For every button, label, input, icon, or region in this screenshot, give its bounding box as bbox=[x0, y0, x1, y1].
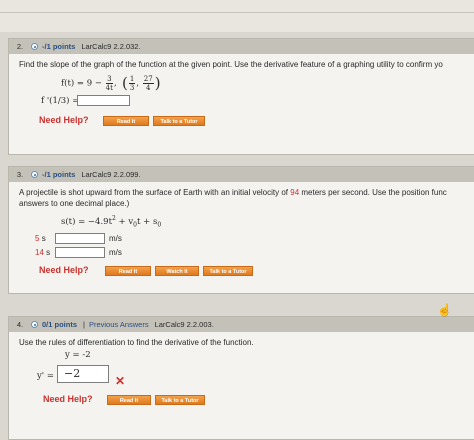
question-text-a: A projectile is shot upward from the sur… bbox=[19, 188, 289, 197]
equation-exponent: 2 bbox=[112, 215, 116, 222]
answer-unit: m/s bbox=[109, 248, 122, 257]
problem-number: 2. bbox=[16, 42, 24, 51]
problem-reference: LarCalc9 2.2.099. bbox=[81, 170, 141, 179]
divider bbox=[0, 12, 474, 13]
need-help-label: Need Help? bbox=[43, 394, 93, 404]
answer-label: f '(1/3) = bbox=[41, 96, 80, 106]
answer-unit: m/s bbox=[109, 234, 122, 243]
need-help-label: Need Help? bbox=[39, 115, 89, 125]
problem-number: 4. bbox=[16, 320, 24, 329]
problem-header: 3. -/1 points LarCalc9 2.2.099. bbox=[9, 167, 474, 182]
question-text-line2: answers to one decimal place.) bbox=[19, 199, 130, 208]
time-unit: s bbox=[46, 248, 51, 257]
fraction-denominator: 4t bbox=[105, 83, 113, 92]
problem-2: 2. -/1 points LarCalc9 2.2.032. Find the… bbox=[8, 38, 474, 155]
close-paren: ) bbox=[154, 74, 161, 92]
function-equation: y = -2 bbox=[65, 350, 91, 360]
point-x-numerator: 1 bbox=[128, 74, 136, 84]
status-radio-icon bbox=[31, 43, 38, 50]
answer-label: y' = bbox=[37, 371, 54, 381]
function-lhs: f(t) = 9 − bbox=[61, 78, 102, 89]
watch-it-button[interactable]: Watch It bbox=[155, 266, 199, 276]
problem-header: 4. 0/1 points | Previous Answers LarCalc… bbox=[9, 317, 474, 332]
previous-answers-link[interactable]: Previous Answers bbox=[89, 320, 149, 329]
mouse-cursor-icon: ☝ bbox=[437, 303, 452, 317]
equation-left: s(t) = −4.9t bbox=[61, 216, 112, 227]
answer-input[interactable]: −2 bbox=[57, 365, 109, 383]
time-value: 5 bbox=[35, 234, 40, 243]
function-equation: f(t) = 9 − 3 4t, (1 3, 27 4) bbox=[61, 74, 161, 92]
problem-header: 2. -/1 points LarCalc9 2.2.032. bbox=[9, 39, 474, 54]
velocity-answer-input-14s[interactable] bbox=[55, 247, 105, 258]
previous-content-strip bbox=[0, 0, 474, 32]
velocity-answer-input-5s[interactable] bbox=[55, 233, 105, 244]
status-radio-icon bbox=[31, 171, 38, 178]
answer-input[interactable] bbox=[77, 95, 130, 106]
question-text-b: meters per second. Use the position func bbox=[301, 188, 447, 197]
points-link[interactable]: -/1 points bbox=[42, 170, 75, 179]
problem-3: 3. -/1 points LarCalc9 2.2.099. A projec… bbox=[8, 166, 474, 294]
time-unit: s bbox=[41, 234, 46, 243]
problem-number: 3. bbox=[16, 170, 24, 179]
points-link[interactable]: -/1 points bbox=[42, 42, 75, 51]
fraction: 3 4t bbox=[105, 74, 113, 92]
talk-to-tutor-button[interactable]: Talk to a Tutor bbox=[155, 395, 205, 405]
point-x: 13 bbox=[128, 74, 136, 92]
incorrect-x-icon: ✕ bbox=[115, 374, 126, 388]
read-it-button[interactable]: Read It bbox=[103, 116, 149, 126]
question-text: Use the rules of differentiation to find… bbox=[19, 338, 254, 347]
initial-velocity-value: 94 bbox=[290, 188, 300, 197]
fraction-numerator: 3 bbox=[105, 74, 113, 84]
s-subscript: 0 bbox=[157, 221, 162, 229]
point-y-numerator: 27 bbox=[142, 74, 154, 84]
time-label-5s: 5 s bbox=[35, 234, 46, 243]
problem-reference: LarCalc9 2.2.003. bbox=[154, 320, 214, 329]
question-text: Find the slope of the graph of the funct… bbox=[19, 60, 443, 69]
points-link[interactable]: 0/1 points bbox=[42, 320, 77, 329]
open-paren: ( bbox=[122, 74, 128, 92]
equation-right: + v bbox=[118, 216, 134, 227]
header-separator: | bbox=[83, 320, 85, 329]
problem-4: 4. 0/1 points | Previous Answers LarCalc… bbox=[8, 316, 474, 440]
time-value: 14 bbox=[35, 248, 44, 257]
read-it-button[interactable]: Read It bbox=[105, 266, 151, 276]
talk-to-tutor-button[interactable]: Talk to a Tutor bbox=[153, 116, 205, 126]
time-label-14s: 14 s bbox=[35, 248, 50, 257]
position-equation: s(t) = −4.9t2 + v0t + s0 bbox=[61, 215, 161, 229]
problem-reference: LarCalc9 2.2.032. bbox=[81, 42, 141, 51]
equation-mid: t + s bbox=[137, 216, 158, 227]
point-x-denominator: 3 bbox=[129, 83, 135, 92]
point-y-denominator: 4 bbox=[146, 83, 151, 92]
talk-to-tutor-button[interactable]: Talk to a Tutor bbox=[203, 266, 253, 276]
read-it-button[interactable]: Read It bbox=[107, 395, 151, 405]
point-y: 27 4 bbox=[142, 74, 154, 92]
need-help-label: Need Help? bbox=[39, 265, 89, 275]
status-radio-icon bbox=[31, 321, 38, 328]
question-text: A projectile is shot upward from the sur… bbox=[19, 187, 447, 198]
